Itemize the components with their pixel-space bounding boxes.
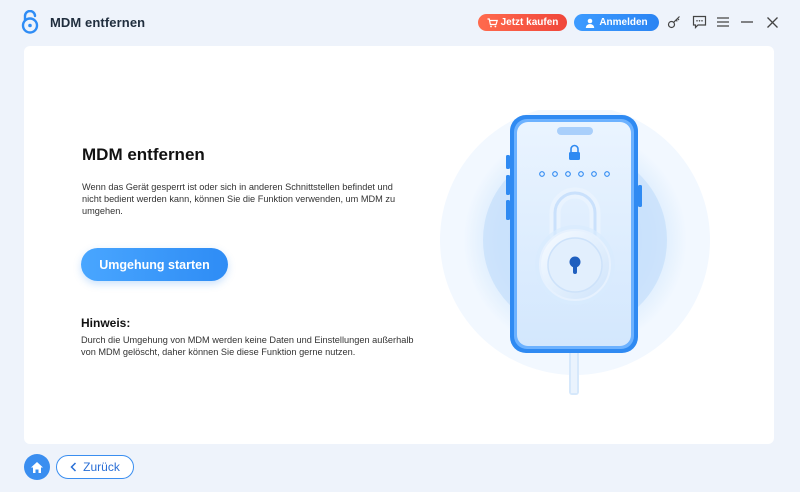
key-icon[interactable] xyxy=(665,13,683,31)
cart-icon xyxy=(487,17,498,27)
back-button[interactable]: Zurück xyxy=(56,455,134,479)
locked-phone-illustration xyxy=(440,110,710,395)
login-button[interactable]: Anmelden xyxy=(574,14,659,31)
feedback-icon[interactable] xyxy=(690,13,708,31)
app-title: MDM entfernen xyxy=(50,15,146,30)
app-logo-icon xyxy=(21,10,39,34)
page-heading: MDM entfernen xyxy=(82,145,205,164)
user-icon xyxy=(586,18,595,28)
back-label: Zurück xyxy=(83,460,120,474)
buy-now-label: Jetzt kaufen xyxy=(500,17,559,28)
close-icon[interactable] xyxy=(763,13,781,31)
minimize-icon[interactable] xyxy=(738,13,756,31)
chevron-left-icon xyxy=(70,462,77,472)
home-button[interactable] xyxy=(24,454,50,480)
home-icon xyxy=(31,461,43,473)
description-text: Wenn das Gerät gesperrt ist oder sich in… xyxy=(82,182,396,217)
note-title: Hinweis: xyxy=(81,316,131,330)
start-bypass-button[interactable]: Umgehung starten xyxy=(81,248,228,281)
login-label: Anmelden xyxy=(599,17,648,28)
note-text: Durch die Umgehung von MDM werden keine … xyxy=(81,335,414,358)
title-bar: MDM entfernen Jetzt kaufen Anmelden xyxy=(0,0,800,44)
menu-icon[interactable] xyxy=(714,13,732,31)
buy-now-button[interactable]: Jetzt kaufen xyxy=(478,14,567,31)
